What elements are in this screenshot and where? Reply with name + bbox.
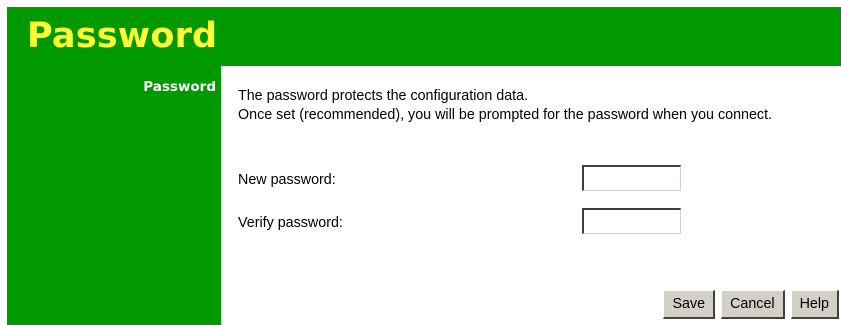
help-button[interactable]: Help bbox=[790, 290, 839, 319]
description-line-2: Once set (recommended), you will be prom… bbox=[238, 106, 773, 123]
verify-password-label: Verify password: bbox=[238, 215, 343, 231]
page-title: Password bbox=[27, 16, 218, 56]
description-line-1: The password protects the configuration … bbox=[238, 88, 529, 104]
description: The password protects the configuration … bbox=[238, 87, 830, 124]
page-frame: Password Password The password protects … bbox=[7, 7, 841, 325]
sidebar-section-label: Password bbox=[143, 79, 216, 95]
cancel-button[interactable]: Cancel bbox=[721, 290, 785, 319]
save-button[interactable]: Save bbox=[663, 290, 716, 319]
page-header: Password bbox=[7, 7, 841, 66]
sidebar: Password bbox=[7, 66, 221, 325]
verify-password-input[interactable] bbox=[582, 208, 681, 234]
new-password-label: New password: bbox=[238, 172, 336, 188]
button-row: Save Cancel Help bbox=[663, 290, 839, 319]
main-content: The password protects the configuration … bbox=[221, 66, 841, 325]
new-password-input[interactable] bbox=[582, 165, 681, 191]
